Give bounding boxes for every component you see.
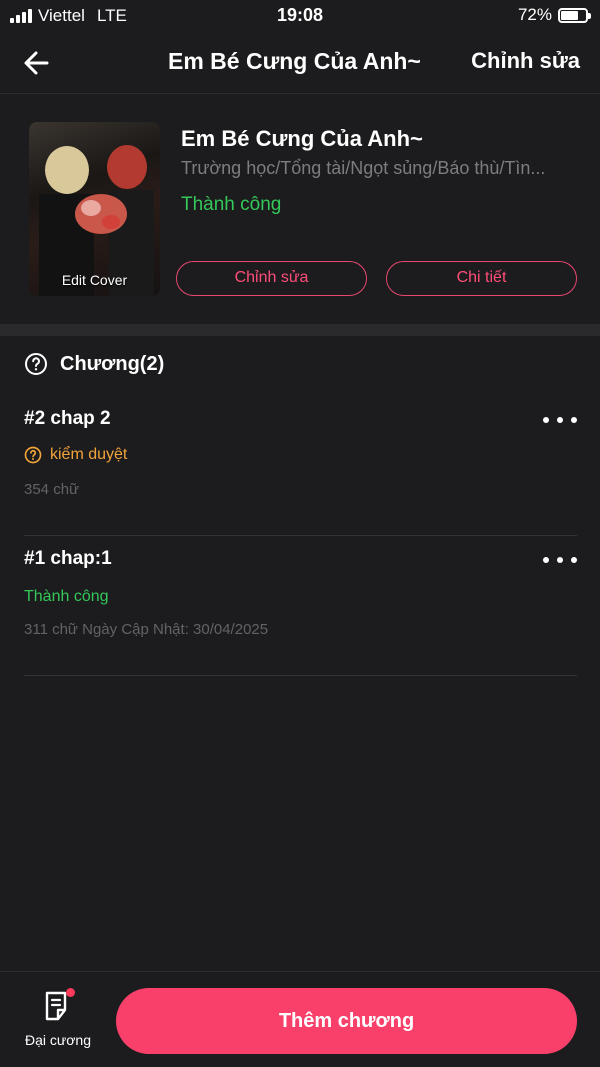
status-right: 72% (517, 5, 591, 25)
chapter-item[interactable]: #1 chap:1 Thành công 311 chữ Ngày Cập Nh… (24, 536, 577, 676)
document-icon (43, 988, 75, 1022)
question-circle-icon (24, 446, 42, 464)
outline-label: Đại cương (24, 1032, 92, 1048)
chapter-meta: 354 chữ (24, 481, 80, 498)
bottom-bar: Đại cương Thêm chương (0, 971, 600, 1067)
chapter-status-label: kiểm duyệt (50, 446, 128, 463)
battery-fill (561, 10, 579, 20)
book-status: Thành công (181, 194, 282, 215)
chapter-item[interactable]: #2 chap 2 kiểm duyệt 354 chữ (24, 396, 577, 536)
page-title: Em Bé Cưng Của Anh~ (168, 48, 421, 74)
edit-book-button[interactable]: Chỉnh sửa (471, 48, 580, 74)
nav-bar: Em Bé Cưng Của Anh~ Chỉnh sửa (0, 32, 600, 94)
book-cover[interactable]: Edit Cover (29, 122, 160, 296)
detail-button[interactable]: Chi tiết (386, 261, 577, 296)
section-divider (0, 324, 600, 336)
book-header: Edit Cover Em Bé Cưng Của Anh~ Trường họ… (0, 94, 600, 324)
chapters-title: Chương(2) (60, 352, 165, 375)
back-button[interactable] (20, 46, 54, 80)
chapter-meta: 311 chữ Ngày Cập Nhật: 30/04/2025 (24, 621, 269, 638)
more-options-icon[interactable] (543, 548, 577, 572)
chapter-status: kiểm duyệt (24, 446, 127, 464)
add-chapter-button[interactable]: Thêm chương (116, 988, 577, 1054)
arrow-left-icon (24, 51, 49, 75)
book-genres: Trường học/Tổng tài/Ngọt sủng/Báo thù/Tì… (181, 158, 546, 178)
battery-icon (558, 7, 591, 23)
status-time: 19:08 (276, 5, 324, 25)
chapter-name: #1 chap:1 (24, 548, 112, 569)
chapters-header: Chương(2) (24, 352, 164, 376)
more-options-icon[interactable] (543, 408, 577, 432)
status-bar: Viettel LTE 19:08 72% (0, 0, 600, 32)
battery-percent: 72% (517, 5, 552, 24)
chapter-name: #2 chap 2 (24, 408, 111, 429)
chapter-status: Thành công (24, 588, 109, 605)
book-title: Em Bé Cưng Của Anh~ (181, 126, 423, 151)
question-circle-icon[interactable] (24, 352, 48, 376)
edit-cover-label[interactable]: Edit Cover (29, 272, 160, 288)
cover-illustration (39, 145, 154, 296)
outline-tab[interactable]: Đại cương (18, 988, 98, 1048)
notification-dot (66, 988, 75, 997)
edit-button[interactable]: Chỉnh sửa (176, 261, 367, 296)
